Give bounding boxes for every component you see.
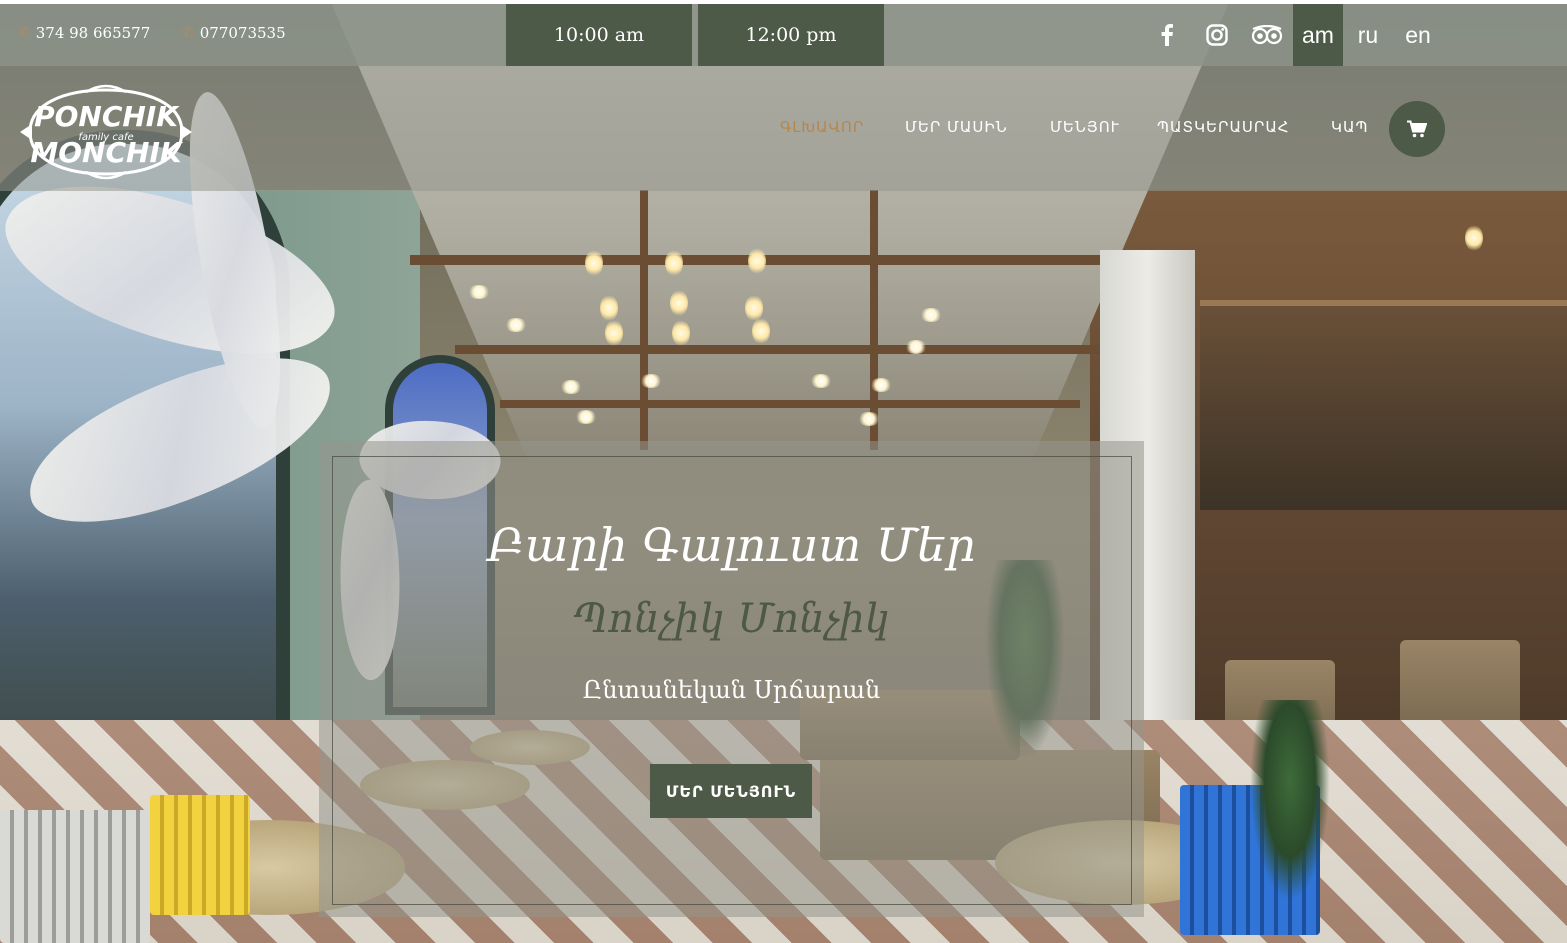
phone-icon: ✆ — [182, 25, 194, 41]
nav-item-contact[interactable]: ԿԱՊ — [1331, 118, 1368, 136]
chandelier-bulb — [672, 320, 690, 346]
closing-hours: 12:00 pm — [698, 4, 884, 66]
top-info-bar: ✆ 374 98 665577 ✆ 077073535 10:00 am 12:… — [0, 4, 1567, 66]
opening-hours: 10:00 am — [506, 4, 692, 66]
ceiling-beam — [640, 190, 648, 450]
logo-top-text: PONCHIK — [34, 100, 180, 133]
phone-text: 374 98 665577 — [35, 24, 151, 42]
logo-bottom-text: MONCHIK — [30, 136, 184, 169]
ceiling-beam — [455, 345, 1125, 354]
phone-number-1[interactable]: ✆ 374 98 665577 — [18, 24, 150, 42]
ceiling-light — [505, 318, 527, 332]
ceiling-light — [858, 412, 880, 426]
chandelier-bulb — [748, 248, 766, 274]
chandelier-bulb — [670, 290, 688, 316]
chandelier-bulb — [585, 250, 603, 276]
phone-number-2[interactable]: ✆ 077073535 — [182, 24, 286, 42]
hero-title: Բարի Գալուստ Մեր — [487, 518, 976, 572]
ceiling-light — [640, 374, 662, 388]
instagram-icon[interactable] — [1200, 18, 1234, 52]
ceiling-beam — [410, 255, 1170, 265]
nav-item-home[interactable]: ԳԼԽԱՎՈՐ — [780, 118, 864, 136]
nav-item-menu[interactable]: ՄԵՆՅՈՒ — [1050, 118, 1120, 136]
ceiling-light — [560, 380, 582, 394]
chandelier-bulb — [665, 250, 683, 276]
chandelier-bulb — [600, 295, 618, 321]
our-menu-button[interactable]: ՄԵՐ ՄԵՆՅՈՒՆ — [650, 764, 812, 818]
nav-item-about[interactable]: ՄԵՐ ՄԱՍԻՆ — [905, 118, 1008, 136]
ceiling-light — [575, 410, 597, 424]
ceiling-light — [810, 374, 832, 388]
language-en[interactable]: en — [1393, 4, 1443, 66]
language-am[interactable]: am — [1293, 4, 1343, 66]
facebook-icon[interactable] — [1150, 18, 1184, 52]
ceiling-beam — [500, 400, 1080, 408]
ceiling-light — [905, 340, 927, 354]
ceiling-beam — [870, 190, 878, 450]
ceiling-light — [870, 378, 892, 392]
nav-item-gallery[interactable]: ՊԱՏԿԵՐԱՍՐԱՀ — [1157, 118, 1290, 136]
phone-icon: ✆ — [18, 25, 30, 41]
language-ru[interactable]: ru — [1343, 4, 1393, 66]
shopping-cart-icon — [1407, 120, 1427, 138]
radiator — [150, 795, 250, 915]
radiator — [0, 810, 150, 943]
potted-plant — [1250, 700, 1330, 900]
cart-button[interactable] — [1389, 101, 1445, 157]
phone-text: 077073535 — [199, 24, 286, 42]
wall-lamp — [1465, 225, 1483, 251]
chandelier-bulb — [605, 320, 623, 346]
balcony-railing — [1200, 300, 1567, 510]
chandelier-bulb — [752, 318, 770, 344]
hero-tagline: Ընտանեկան Սրճարան — [582, 676, 881, 704]
tripadvisor-icon[interactable] — [1250, 18, 1284, 52]
booth-seat — [1400, 640, 1520, 730]
ceiling-light — [468, 285, 490, 299]
site-logo[interactable]: PONCHIK family cafe MONCHIK — [16, 82, 196, 182]
ceiling-light — [920, 308, 942, 322]
hero-subtitle: Պոնչիկ Մոնչիկ — [573, 596, 890, 642]
